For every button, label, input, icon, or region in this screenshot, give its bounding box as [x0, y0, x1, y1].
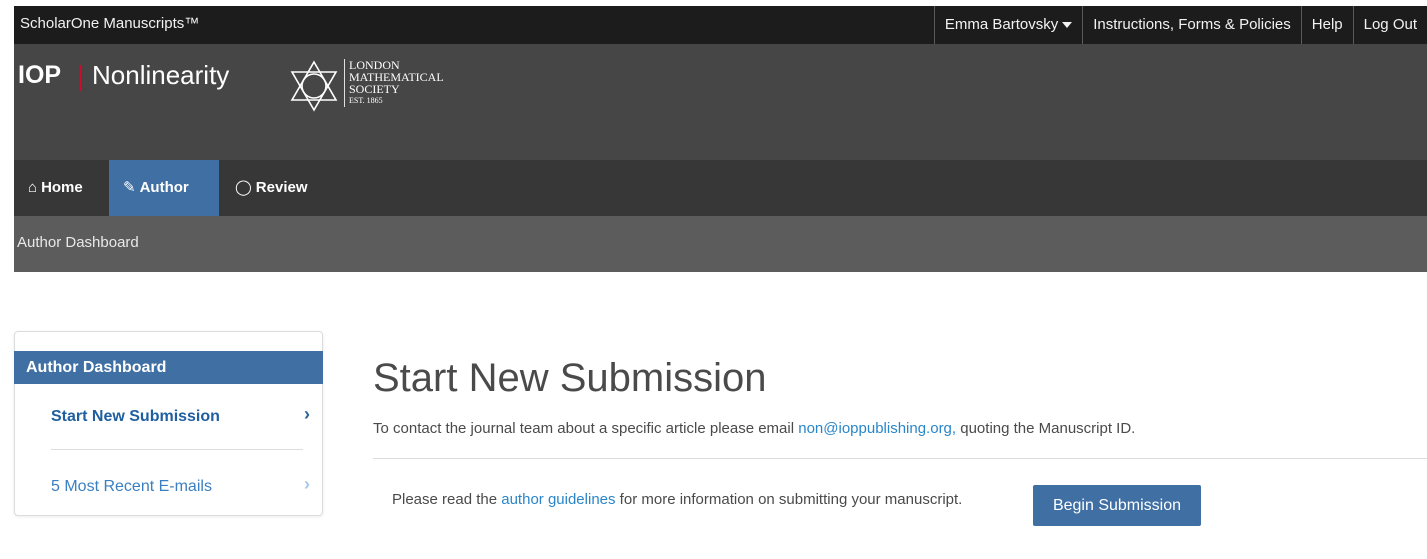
journal-header: IOP Nonlinearity LONDON MATHEMATICAL SOC…: [14, 44, 1427, 160]
contact-text-before: To contact the journal team about a spec…: [373, 420, 799, 437]
lms-emblem-icon: [290, 60, 338, 112]
scholarone-brand[interactable]: ScholarOne Manuscripts™: [20, 15, 199, 32]
chevron-right-icon[interactable]: ›: [304, 474, 310, 495]
nav-review-label: Review: [255, 179, 308, 196]
guidelines-text: Please read the author guidelines for mo…: [392, 487, 992, 513]
content-divider: [373, 458, 1427, 459]
nav-home-label: Home: [41, 179, 83, 196]
logo-separator: [80, 65, 81, 91]
contact-text: To contact the journal team about a spec…: [373, 420, 1135, 437]
author-dashboard-panel: Author Dashboard Start New Submission › …: [14, 331, 323, 516]
lms-est: EST. 1865: [349, 96, 383, 105]
iop-logo[interactable]: IOP: [18, 61, 61, 90]
guidelines-text-after: for more information on submitting your …: [615, 491, 963, 508]
journal-name[interactable]: Nonlinearity: [92, 60, 229, 91]
comment-icon: ◯: [235, 179, 252, 196]
lms-line-3: SOCIETY: [349, 82, 400, 96]
journal-email-link[interactable]: non@ioppublishing.org,: [798, 420, 956, 437]
help-link[interactable]: Help: [1300, 6, 1353, 44]
user-name: Emma Bartovsky: [944, 16, 1059, 33]
contact-text-after: quoting the Manuscript ID.: [956, 420, 1136, 437]
nav-author-label: Author: [139, 179, 189, 196]
chevron-right-icon[interactable]: ›: [304, 404, 310, 425]
user-menu[interactable]: Emma Bartovsky: [933, 6, 1082, 44]
panel-heading: Author Dashboard: [14, 351, 323, 384]
page-title: Start New Submission: [373, 356, 767, 400]
nav-author[interactable]: ✎ Author: [109, 160, 219, 216]
breadcrumb-label: Author Dashboard: [17, 234, 139, 251]
nav-home[interactable]: ⌂ Home: [14, 160, 97, 216]
begin-submission-button[interactable]: Begin Submission: [1033, 485, 1201, 526]
guidelines-text-before: Please read the: [392, 491, 502, 508]
top-bar-links: Emma Bartovsky Instructions, Forms & Pol…: [933, 6, 1427, 44]
sidebar-item-recent-emails[interactable]: 5 Most Recent E-mails: [51, 478, 212, 496]
lms-logo-text: LONDON MATHEMATICAL SOCIETY EST. 1865: [344, 59, 444, 107]
nav-review[interactable]: ◯ Review: [221, 160, 322, 216]
home-icon: ⌂: [28, 179, 38, 196]
logout-link[interactable]: Log Out: [1352, 6, 1427, 44]
sidebar-item-start-new-submission[interactable]: Start New Submission: [51, 408, 220, 426]
breadcrumb: Author Dashboard: [14, 216, 1427, 272]
caret-down-icon: [1062, 22, 1073, 29]
top-bar: ScholarOne Manuscripts™ Emma Bartovsky I…: [14, 0, 1427, 44]
author-guidelines-link[interactable]: author guidelines: [501, 491, 615, 508]
instructions-link[interactable]: Instructions, Forms & Policies: [1082, 6, 1301, 44]
main-nav: ⌂ Home ✎ Author ◯ Review: [14, 160, 1427, 216]
panel-divider: [51, 449, 303, 450]
pencil-icon: ✎: [123, 179, 136, 196]
